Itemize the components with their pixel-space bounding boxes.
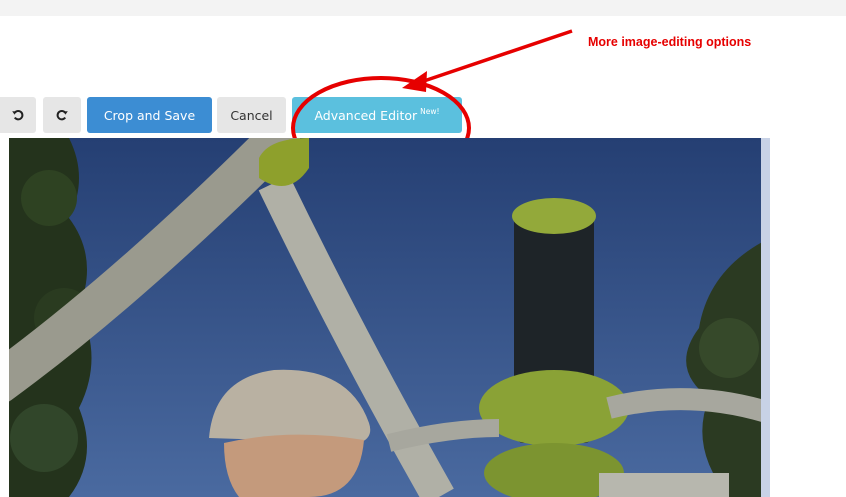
new-badge: New! (420, 106, 440, 116)
annotation-text: More image-editing options (588, 35, 752, 49)
crop-and-save-button[interactable]: Crop and Save (87, 97, 212, 133)
rotate-right-button[interactable] (43, 97, 81, 133)
cancel-button[interactable]: Cancel (217, 97, 286, 133)
annotation-arrow (417, 29, 573, 85)
post-cap (512, 198, 596, 234)
green-hub (479, 370, 629, 446)
top-bar (0, 0, 846, 16)
advanced-editor-button[interactable]: Advanced Editor New! (292, 97, 462, 133)
editable-photo[interactable] (9, 138, 770, 497)
rotate-left-icon (12, 109, 24, 121)
photo-canvas (9, 138, 770, 497)
foliage (10, 404, 78, 472)
photo-border (761, 138, 770, 497)
annotation-arrowhead (402, 71, 427, 92)
rotate-left-button[interactable] (0, 97, 36, 133)
foliage (699, 318, 759, 378)
metal-bar (599, 473, 729, 497)
advanced-editor-label: Advanced Editor (314, 107, 418, 123)
rotate-right-icon (56, 109, 68, 121)
foliage (21, 170, 77, 226)
